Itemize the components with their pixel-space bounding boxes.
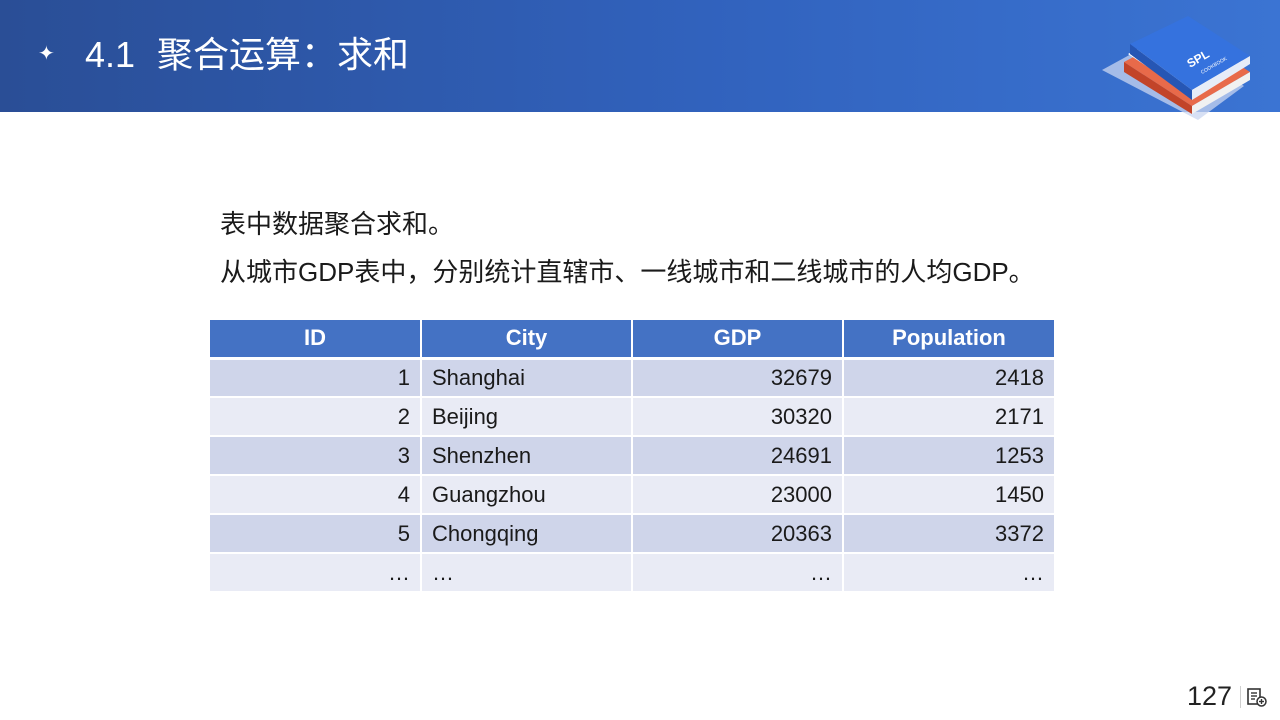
column-header-city: City <box>421 320 633 360</box>
column-header-population: Population <box>843 320 1054 360</box>
cell-city: Beijing <box>421 397 633 437</box>
cell-population: … <box>843 553 1054 593</box>
slide-title: 4.1 聚合运算：求和 <box>85 30 409 80</box>
cell-population: 2418 <box>843 358 1054 398</box>
cell-gdp: 23000 <box>632 475 844 515</box>
cell-gdp: 20363 <box>632 514 844 554</box>
spl-cookbook-logo-icon: SPL COOKBOOK <box>1102 16 1250 120</box>
cell-population: 2171 <box>843 397 1054 437</box>
cell-gdp: 32679 <box>632 358 844 398</box>
table-row: 2 Beijing 30320 2171 <box>210 397 1054 437</box>
cell-gdp: 30320 <box>632 397 844 437</box>
cell-population: 3372 <box>843 514 1054 554</box>
table-header-row: ID City GDP Population <box>210 320 1054 360</box>
cell-city: Shenzhen <box>421 436 633 476</box>
cell-id: 4 <box>210 475 422 515</box>
intro-line-1: 表中数据聚合求和。 <box>220 209 455 239</box>
cell-city: … <box>421 553 633 593</box>
column-header-gdp: GDP <box>632 320 844 360</box>
table-row: 5 Chongqing 20363 3372 <box>210 514 1054 554</box>
city-gdp-table: ID City GDP Population 1 Shanghai 32679 … <box>210 320 1054 593</box>
cell-city: Shanghai <box>421 358 633 398</box>
intro-text: 表中数据聚合求和。 从城市GDP表中，分别统计直辖市、一线城市和二线城市的人均G… <box>220 200 1120 296</box>
sparkle-star-icon: ✦ <box>38 43 55 65</box>
slide-notes-icon[interactable] <box>1246 686 1268 708</box>
cell-population: 1253 <box>843 436 1054 476</box>
footer-divider <box>1240 686 1241 708</box>
table-row: 3 Shenzhen 24691 1253 <box>210 436 1054 476</box>
table-row: … … … … <box>210 553 1054 593</box>
cell-id: 2 <box>210 397 422 437</box>
cell-id: 5 <box>210 514 422 554</box>
page-number: 127 <box>1186 681 1232 711</box>
column-header-id: ID <box>210 320 422 360</box>
cell-id: … <box>210 553 422 593</box>
cell-city: Chongqing <box>421 514 633 554</box>
table-row: 1 Shanghai 32679 2418 <box>210 358 1054 398</box>
cell-city: Guangzhou <box>421 475 633 515</box>
section-title: 聚合运算：求和 <box>157 34 410 75</box>
section-number: 4.1 <box>85 34 136 75</box>
cell-id: 1 <box>210 358 422 398</box>
slide-header: ✦ 4.1 聚合运算：求和 <box>0 0 1280 112</box>
table-row: 4 Guangzhou 23000 1450 <box>210 475 1054 515</box>
cell-id: 3 <box>210 436 422 476</box>
cell-gdp: … <box>632 553 844 593</box>
intro-line-2: 从城市GDP表中，分别统计直辖市、一线城市和二线城市的人均GDP。 <box>220 257 1035 287</box>
cell-population: 1450 <box>843 475 1054 515</box>
cell-gdp: 24691 <box>632 436 844 476</box>
